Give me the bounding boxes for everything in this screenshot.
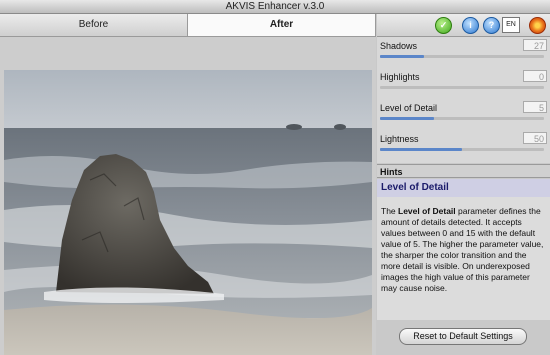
seascape-photo <box>4 70 372 355</box>
param-level-of-detail: Level of Detail 5 <box>377 99 550 129</box>
view-tabs: Before After <box>0 14 376 37</box>
hint-bold-term: Level of Detail <box>398 206 456 216</box>
param-value-field[interactable]: 0 <box>523 70 547 82</box>
shadows-slider[interactable] <box>380 55 544 58</box>
preview-image[interactable] <box>4 70 372 355</box>
info-icon[interactable]: i <box>462 17 479 34</box>
param-label: Lightness <box>380 134 419 144</box>
window-title: AKVIS Enhancer v.3.0 <box>0 0 550 14</box>
param-value-field[interactable]: 50 <box>523 132 547 144</box>
lightness-slider[interactable] <box>380 148 544 151</box>
slider-fill <box>380 117 435 120</box>
akvis-logo-icon[interactable] <box>529 17 546 34</box>
param-label: Shadows <box>380 41 418 51</box>
image-view-area <box>0 37 376 355</box>
param-value-field[interactable]: 27 <box>523 39 547 51</box>
hint-text: The Level of Detail parameter defines th… <box>381 206 544 293</box>
param-shadows: Shadows 27 <box>377 37 550 67</box>
hint-title: Level of Detail <box>377 179 550 197</box>
tab-after[interactable]: After <box>188 14 376 36</box>
toolbar: ✓ i ? EN <box>377 14 550 37</box>
param-highlights: Highlights 0 <box>377 68 550 98</box>
reset-defaults-button[interactable]: Reset to Default Settings <box>399 328 527 345</box>
param-label: Highlights <box>380 72 420 82</box>
hints-panel: Level of Detail The Level of Detail para… <box>377 179 550 320</box>
language-button[interactable]: EN <box>502 17 520 33</box>
help-icon[interactable]: ? <box>483 17 500 34</box>
param-label: Level of Detail <box>380 103 438 113</box>
param-value-field[interactable]: 5 <box>523 101 547 113</box>
hints-header: Hints <box>377 164 550 178</box>
apply-check-icon[interactable]: ✓ <box>435 17 452 34</box>
param-lightness: Lightness 50 <box>377 130 550 160</box>
settings-panel: Shadows 27 Highlights 0 Level of Detail … <box>377 37 550 163</box>
slider-fill <box>380 148 462 151</box>
tab-before[interactable]: Before <box>0 14 188 36</box>
slider-fill <box>380 55 425 58</box>
level-of-detail-slider[interactable] <box>380 117 544 120</box>
highlights-slider[interactable] <box>380 86 544 89</box>
